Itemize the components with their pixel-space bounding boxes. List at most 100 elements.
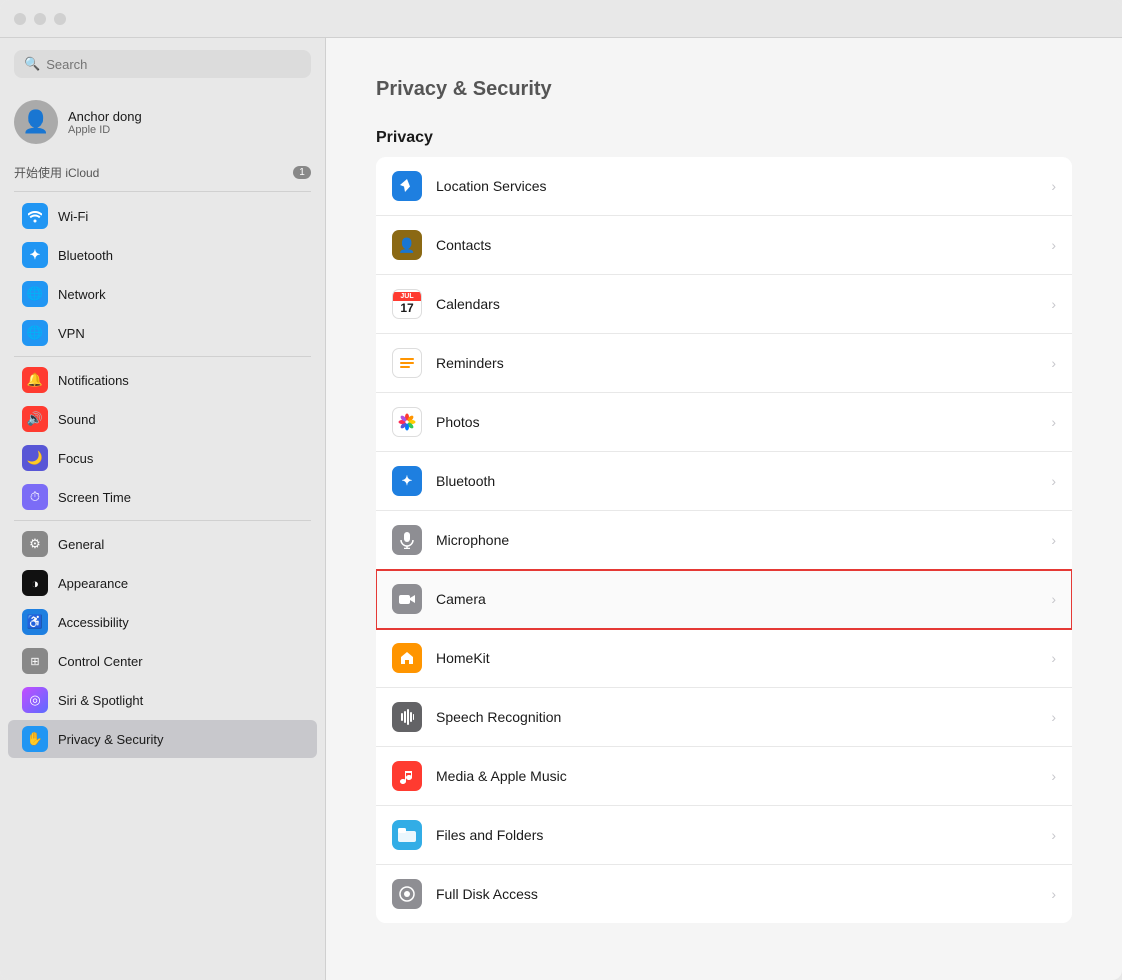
avatar: 👤: [14, 100, 58, 144]
sound-label: Sound: [58, 412, 96, 427]
notifications-icon: 🔔: [22, 367, 48, 393]
sidebar-item-notifications[interactable]: 🔔 Notifications: [8, 361, 317, 399]
sidebar-divider-2: [14, 356, 311, 357]
photos-chevron: ›: [1051, 414, 1056, 430]
contacts-icon: 👤: [392, 230, 422, 260]
media-chevron: ›: [1051, 768, 1056, 784]
sidebar: 🔍 👤 Anchor dong Apple ID 开始使用 iCloud 1: [0, 38, 326, 980]
sidebar-divider-1: [14, 191, 311, 192]
sidebar-item-accessibility[interactable]: ♿ Accessibility: [8, 603, 317, 641]
sidebar-item-focus[interactable]: 🌙 Focus: [8, 439, 317, 477]
cal-month: JUL: [393, 292, 421, 301]
sound-icon: 🔊: [22, 406, 48, 432]
contacts-chevron: ›: [1051, 237, 1056, 253]
location-chevron: ›: [1051, 178, 1056, 194]
row-media[interactable]: Media & Apple Music ›: [376, 747, 1072, 806]
privacy-icon: ✋: [22, 726, 48, 752]
icloud-label: 开始使用 iCloud: [14, 164, 99, 181]
row-reminders[interactable]: Reminders ›: [376, 334, 1072, 393]
reminders-chevron: ›: [1051, 355, 1056, 371]
sidebar-item-screentime[interactable]: ⏱ Screen Time: [8, 478, 317, 516]
files-icon: [392, 820, 422, 850]
privacy-label: Privacy & Security: [58, 732, 163, 747]
sidebar-item-network[interactable]: 🌐 Network: [8, 275, 317, 313]
sidebar-item-appearance[interactable]: ◑ Appearance: [8, 564, 317, 602]
media-icon: [392, 761, 422, 791]
bluetooth-icon: ✦: [22, 242, 48, 268]
row-location[interactable]: Location Services ›: [376, 157, 1072, 216]
network-label: Network: [58, 287, 106, 302]
camera-chevron: ›: [1051, 591, 1056, 607]
appearance-icon: ◑: [22, 570, 48, 596]
general-icon: ⚙: [22, 531, 48, 557]
sidebar-item-siri[interactable]: ◎ Siri & Spotlight: [8, 681, 317, 719]
controlcenter-icon: ⊞: [22, 648, 48, 674]
sidebar-item-wifi[interactable]: Wi-Fi: [8, 197, 317, 235]
files-label: Files and Folders: [436, 827, 1037, 843]
icloud-badge: 1: [293, 166, 311, 179]
vpn-label: VPN: [58, 326, 85, 341]
close-button[interactable]: [14, 13, 26, 25]
sidebar-item-sound[interactable]: 🔊 Sound: [8, 400, 317, 438]
user-subtitle: Apple ID: [68, 124, 142, 136]
search-input[interactable]: [46, 57, 301, 72]
photos-label: Photos: [436, 414, 1037, 430]
icloud-header[interactable]: 开始使用 iCloud 1: [0, 158, 325, 183]
calendars-chevron: ›: [1051, 296, 1056, 312]
main-content: 🔍 👤 Anchor dong Apple ID 开始使用 iCloud 1: [0, 38, 1122, 980]
location-icon: [392, 171, 422, 201]
user-info: Anchor dong Apple ID: [68, 109, 142, 136]
row-calendars[interactable]: JUL 17 Calendars ›: [376, 275, 1072, 334]
sidebar-divider-3: [14, 520, 311, 521]
general-label: General: [58, 537, 104, 552]
user-section[interactable]: 👤 Anchor dong Apple ID: [0, 90, 325, 158]
sidebar-item-vpn[interactable]: 🌐 VPN: [8, 314, 317, 352]
microphone-label: Microphone: [436, 532, 1037, 548]
row-speech[interactable]: Speech Recognition ›: [376, 688, 1072, 747]
screentime-icon: ⏱: [22, 484, 48, 510]
row-camera[interactable]: Camera ›: [376, 570, 1072, 629]
bluetooth-label: Bluetooth: [58, 248, 113, 263]
row-fulldisk[interactable]: Full Disk Access ›: [376, 865, 1072, 923]
sidebar-item-general[interactable]: ⚙ General: [8, 525, 317, 563]
user-name: Anchor dong: [68, 109, 142, 124]
search-icon: 🔍: [24, 56, 40, 72]
bluetooth-row-icon: ✦: [392, 466, 422, 496]
cal-date: 17: [400, 301, 413, 315]
row-files[interactable]: Files and Folders ›: [376, 806, 1072, 865]
row-contacts[interactable]: 👤 Contacts ›: [376, 216, 1072, 275]
row-microphone[interactable]: Microphone ›: [376, 511, 1072, 570]
wifi-icon: [22, 203, 48, 229]
minimize-button[interactable]: [34, 13, 46, 25]
sidebar-item-privacy[interactable]: ✋ Privacy & Security: [8, 720, 317, 758]
content-area: Privacy & Security Privacy Location Serv…: [326, 38, 1122, 980]
traffic-lights: [14, 13, 66, 25]
row-bluetooth[interactable]: ✦ Bluetooth ›: [376, 452, 1072, 511]
media-label: Media & Apple Music: [436, 768, 1037, 784]
focus-icon: 🌙: [22, 445, 48, 471]
row-photos[interactable]: Photos ›: [376, 393, 1072, 452]
fulldisk-chevron: ›: [1051, 886, 1056, 902]
search-bar[interactable]: 🔍: [14, 50, 311, 78]
speech-chevron: ›: [1051, 709, 1056, 725]
maximize-button[interactable]: [54, 13, 66, 25]
calendars-label: Calendars: [436, 296, 1037, 312]
wifi-label: Wi-Fi: [58, 209, 88, 224]
row-homekit[interactable]: HomeKit ›: [376, 629, 1072, 688]
sidebar-item-bluetooth[interactable]: ✦ Bluetooth: [8, 236, 317, 274]
avatar-icon: 👤: [22, 109, 49, 135]
reminders-label: Reminders: [436, 355, 1037, 371]
vpn-icon: 🌐: [22, 320, 48, 346]
network-icon: 🌐: [22, 281, 48, 307]
fulldisk-label: Full Disk Access: [436, 886, 1037, 902]
notifications-label: Notifications: [58, 373, 129, 388]
screentime-label: Screen Time: [58, 490, 131, 505]
controlcenter-label: Control Center: [58, 654, 143, 669]
files-chevron: ›: [1051, 827, 1056, 843]
speech-label: Speech Recognition: [436, 709, 1037, 725]
page-title: Privacy & Security: [376, 78, 1072, 101]
siri-icon: ◎: [22, 687, 48, 713]
sidebar-item-controlcenter[interactable]: ⊞ Control Center: [8, 642, 317, 680]
settings-list: Location Services › 👤 Contacts › JUL 17: [376, 157, 1072, 923]
contacts-label: Contacts: [436, 237, 1037, 253]
